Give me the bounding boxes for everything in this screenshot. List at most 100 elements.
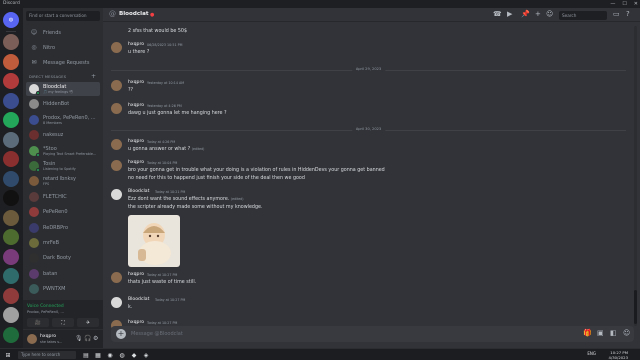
headphones-icon[interactable]: 🎧 <box>84 335 91 342</box>
upload-plus-icon[interactable]: + <box>116 329 126 339</box>
at-icon: @ <box>109 10 116 18</box>
message-author[interactable]: Bloodclat <box>128 297 149 302</box>
nav-item-nitro[interactable]: ◎ Nitro <box>26 41 100 54</box>
call-icon[interactable]: ☎ <box>493 10 502 18</box>
server-icon[interactable] <box>3 170 19 187</box>
message-input[interactable]: Message @Bloodclat <box>131 326 183 342</box>
nav-item-message-requests[interactable]: ✉ Message Requests <box>26 56 100 69</box>
chat-header: @ Bloodclat ● ☎ ▶ 📌 + ☺ Search ▭ ? <box>103 8 640 22</box>
app-icon[interactable]: ◈ <box>142 351 150 359</box>
mail-icon: ✉ <box>31 59 37 66</box>
server-icon[interactable] <box>3 209 19 226</box>
help-icon[interactable]: ? <box>626 10 630 18</box>
dm-item[interactable]: retard lbnksy FPS <box>26 174 100 188</box>
dm-item[interactable]: FLETCHIC <box>26 190 100 204</box>
server-icon[interactable] <box>3 131 19 148</box>
scrollbar-thumb[interactable] <box>634 290 637 324</box>
dm-item[interactable]: Dark Booty <box>26 251 100 265</box>
sticker-icon[interactable]: ◧ <box>610 329 617 337</box>
message-author[interactable]: hxqpro <box>128 320 144 325</box>
dm-item[interactable]: PePeRen0 <box>26 205 100 219</box>
maximize-button[interactable]: ☐ <box>622 0 626 8</box>
add-friend-icon[interactable]: + <box>535 10 541 18</box>
add-dm-icon[interactable]: + <box>91 73 96 80</box>
message-author[interactable]: hxqpro <box>128 139 144 144</box>
message-author[interactable]: Bloodclat <box>128 189 149 194</box>
avatar[interactable] <box>111 297 122 308</box>
avatar[interactable] <box>111 139 122 150</box>
avatar[interactable] <box>27 334 37 344</box>
message-author[interactable]: hxqpro <box>128 42 144 47</box>
server-icon[interactable] <box>3 268 19 284</box>
message-author[interactable]: hxqpro <box>128 272 144 277</box>
dm-item[interactable]: Bloodclat 🎵 my feelings 🕊 <box>26 82 100 96</box>
server-icon[interactable] <box>3 73 19 89</box>
profile-icon[interactable]: ☺ <box>546 10 553 18</box>
app-icon[interactable]: ◆ <box>130 351 138 359</box>
video-call-icon[interactable]: ▶ <box>507 10 512 18</box>
dm-text: nakesuz <box>43 132 63 138</box>
message-author[interactable]: hxqpro <box>128 160 144 165</box>
tray-language[interactable]: ENG <box>587 351 596 356</box>
avatar[interactable] <box>111 80 122 91</box>
minimize-button[interactable]: — <box>610 0 615 8</box>
dm-item[interactable]: ReDRBPro <box>26 221 100 235</box>
server-icon[interactable] <box>3 326 19 343</box>
dm-item[interactable]: nakesuz <box>26 128 100 142</box>
discord-taskbar-icon[interactable]: ◍ <box>118 351 126 359</box>
avatar[interactable] <box>111 160 122 171</box>
inbox-icon[interactable]: ▭ <box>613 10 620 18</box>
server-icon[interactable] <box>3 34 19 50</box>
server-icon[interactable] <box>3 287 19 304</box>
taskbar-search[interactable]: Type here to search <box>18 351 76 359</box>
server-icon[interactable] <box>3 307 19 323</box>
chat-search-input[interactable]: Search <box>559 11 607 20</box>
server-icon[interactable] <box>3 92 19 109</box>
pin-icon[interactable]: 📌 <box>521 10 530 18</box>
mic-icon[interactable]: 🎙 <box>75 335 83 342</box>
browser-icon[interactable]: ◉ <box>106 351 114 359</box>
close-button[interactable]: ✕ <box>634 0 638 8</box>
image-attachment[interactable] <box>128 215 180 267</box>
dm-item[interactable]: HiddenBot <box>26 97 100 111</box>
emoji-icon[interactable]: ☺ <box>623 329 630 337</box>
dm-search-input[interactable]: Find or start a conversation <box>26 11 100 21</box>
dm-item[interactable]: PWNTXM <box>26 282 100 296</box>
server-icon[interactable] <box>3 151 19 167</box>
nav-item-label: Friends <box>43 29 61 36</box>
avatar[interactable] <box>111 103 122 114</box>
dm-item[interactable]: mrFeB <box>26 236 100 250</box>
avatar[interactable] <box>111 272 122 283</box>
explorer-icon[interactable]: ▦ <box>94 351 102 359</box>
message-author[interactable]: hxqpro <box>128 103 144 108</box>
message-composer[interactable]: + Message @Bloodclat 🎁 ▣ ◧ ☺ <box>111 326 634 342</box>
activity-button[interactable]: ✈ <box>77 318 99 327</box>
dm-item[interactable]: *Stoo Playing Text Smart Preferable... <box>26 144 100 158</box>
dm-name: nakesuz <box>43 132 64 139</box>
server-icon[interactable] <box>3 229 19 245</box>
message-author[interactable]: hxqpro <box>128 80 144 85</box>
server-icon[interactable] <box>3 190 19 206</box>
dm-item[interactable]: Prodox, PePeRen0, ... 8 Members <box>26 113 100 127</box>
video-button[interactable]: 🎥 <box>27 318 49 327</box>
taskbar-clock[interactable]: 10:27 PM 4/30/2023 <box>609 350 628 360</box>
server-icon[interactable] <box>3 248 19 265</box>
avatar[interactable] <box>111 189 122 200</box>
gear-icon[interactable]: ⚙ <box>93 335 98 342</box>
chat-title: Bloodclat <box>119 11 149 17</box>
avatar[interactable] <box>111 42 122 53</box>
server-icon[interactable] <box>3 53 19 70</box>
status-dot <box>36 91 40 95</box>
screen-share-button[interactable]: ⛶ <box>52 318 74 327</box>
dm-name: ReDRBPro <box>43 224 69 231</box>
windows-start-icon[interactable]: ⊞ <box>4 351 12 359</box>
server-icon[interactable] <box>3 112 19 128</box>
dm-item[interactable]: Tosin Listening to Spotify <box>26 159 100 173</box>
dm-item[interactable]: batan <box>26 267 100 281</box>
gift-icon[interactable]: 🎁 <box>583 329 592 337</box>
gif-icon[interactable]: ▣ <box>597 329 604 337</box>
discord-home-icon[interactable]: ◍ <box>3 12 19 28</box>
taskview-icon[interactable]: ▤ <box>82 351 90 359</box>
nav-item-friends[interactable]: ☺ Friends <box>26 26 100 39</box>
scrollbar[interactable] <box>634 26 637 326</box>
